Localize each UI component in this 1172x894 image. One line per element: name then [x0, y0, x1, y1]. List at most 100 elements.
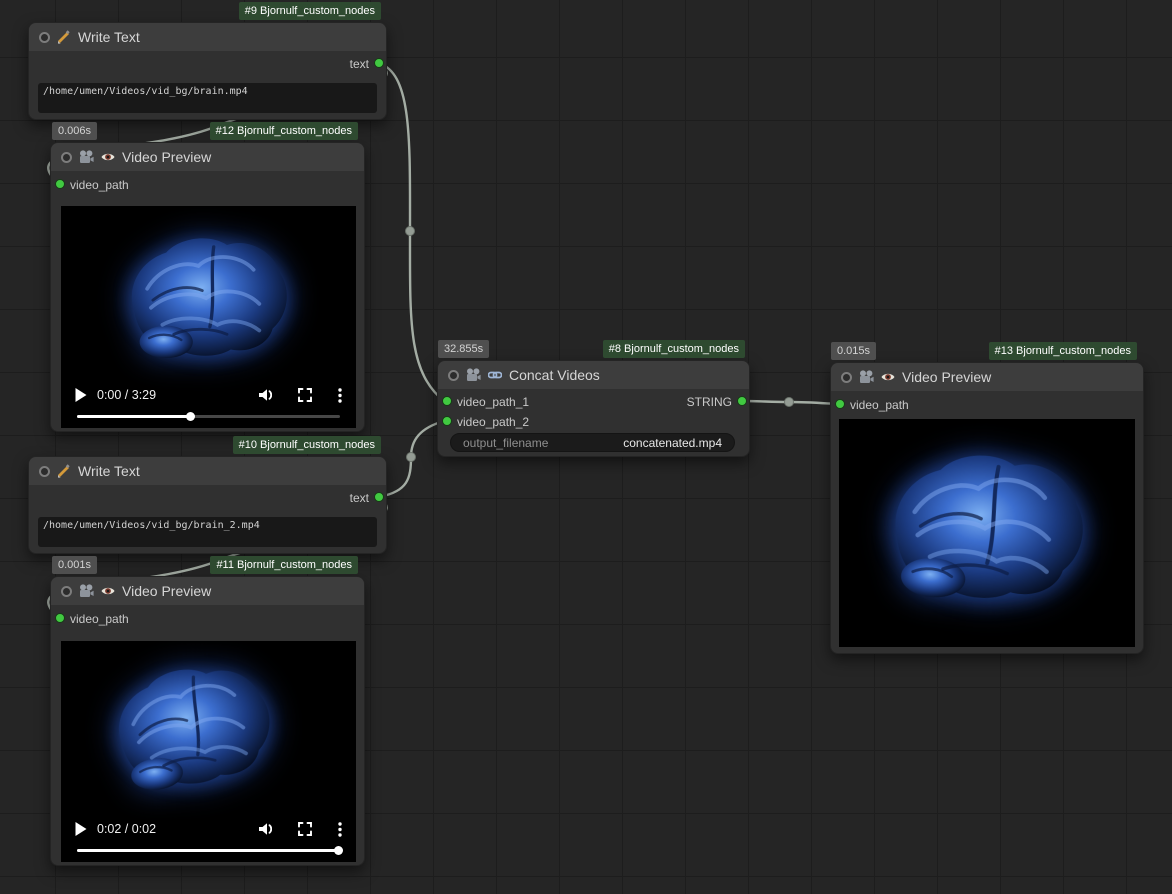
pencil-icon	[57, 464, 71, 478]
node-write-text-10[interactable]: #10 Bjornulf_custom_nodes Write Text tex…	[28, 456, 387, 554]
video-time: 0:00 / 3:29	[97, 388, 156, 402]
node-id-badge: #10 Bjornulf_custom_nodes	[233, 436, 381, 454]
node-id-badge: #9 Bjornulf_custom_nodes	[239, 2, 381, 20]
widget-value: concatenated.mp4	[623, 436, 722, 450]
execution-time-badge: 0.006s	[52, 122, 97, 140]
input-port-video-path-2[interactable]	[442, 416, 452, 426]
execution-time-badge: 0.001s	[52, 556, 97, 574]
input-slot-label: video_path	[70, 178, 129, 192]
node-id-badge: #8 Bjornulf_custom_nodes	[603, 340, 745, 358]
input-slot-row: video_path	[51, 175, 364, 195]
node-video-preview-11[interactable]: 0.001s #11 Bjornulf_custom_nodes Video P…	[50, 576, 365, 866]
collapse-dot[interactable]	[448, 370, 459, 381]
brain-video-frame	[113, 226, 303, 378]
execution-time-badge: 0.015s	[831, 342, 876, 360]
input-port-video-path[interactable]	[55, 179, 65, 189]
text-widget[interactable]: /home/umen/Videos/vid_bg/brain_2.mp4	[38, 517, 377, 547]
input-slot-row: video_path	[831, 395, 1143, 415]
input-slot-label: video_path	[70, 612, 129, 626]
collapse-dot[interactable]	[39, 32, 50, 43]
node-title: Write Text	[78, 29, 140, 45]
movie-camera-icon	[466, 368, 481, 382]
input-slot-label: video_path_2	[457, 415, 529, 429]
node-video-preview-13[interactable]: 0.015s #13 Bjornulf_custom_nodes Video P…	[830, 362, 1144, 654]
execution-time-badge: 32.855s	[438, 340, 489, 358]
input-slot-row: video_path	[51, 609, 364, 629]
collapse-dot[interactable]	[39, 466, 50, 477]
collapse-dot[interactable]	[61, 586, 72, 597]
timeline-played	[77, 415, 190, 418]
node-titlebar[interactable]: Concat Videos	[438, 361, 749, 389]
video-player[interactable]: 0:02 / 0:02	[61, 641, 356, 862]
eye-icon	[101, 585, 115, 597]
input-port-video-path[interactable]	[55, 613, 65, 623]
output-slot-label: text	[350, 491, 369, 505]
video-timeline[interactable]	[77, 415, 340, 418]
input-port-video-path[interactable]	[835, 399, 845, 409]
brain-video-frame	[94, 648, 293, 815]
link-midpoint-dot[interactable]	[785, 398, 794, 407]
overflow-menu-button[interactable]	[338, 822, 342, 837]
text-widget[interactable]: /home/umen/Videos/vid_bg/brain.mp4	[38, 83, 377, 113]
video-player[interactable]: 0:00 / 3:29	[61, 206, 356, 428]
node-id-badge: #13 Bjornulf_custom_nodes	[989, 342, 1137, 360]
node-video-preview-12[interactable]: 0.006s #12 Bjornulf_custom_nodes Video P…	[50, 142, 365, 432]
node-titlebar[interactable]: Write Text	[29, 457, 386, 485]
input-slot-label: video_path_1	[457, 395, 529, 409]
timeline-played	[77, 849, 340, 852]
overflow-menu-button[interactable]	[338, 388, 342, 403]
node-graph-canvas[interactable]: #9 Bjornulf_custom_nodes Write Text text…	[0, 0, 1172, 894]
node-titlebar[interactable]: Video Preview	[831, 363, 1143, 391]
video-controls: 0:02 / 0:02	[61, 812, 356, 862]
collapse-dot[interactable]	[61, 152, 72, 163]
timeline-knob[interactable]	[186, 412, 195, 421]
movie-camera-icon	[859, 370, 874, 384]
fullscreen-button[interactable]	[298, 388, 312, 402]
output-port-text[interactable]	[374, 58, 384, 68]
eye-icon	[101, 151, 115, 163]
node-write-text-9[interactable]: #9 Bjornulf_custom_nodes Write Text text…	[28, 22, 387, 120]
node-title: Write Text	[78, 463, 140, 479]
node-titlebar[interactable]: Video Preview	[51, 577, 364, 605]
output-slot-row: text	[29, 54, 386, 74]
play-button[interactable]	[75, 822, 87, 836]
widget-label: output_filename	[463, 436, 548, 450]
video-controls: 0:00 / 3:29	[61, 378, 356, 428]
video-time: 0:02 / 0:02	[97, 822, 156, 836]
node-id-badge: #11 Bjornulf_custom_nodes	[210, 556, 358, 574]
node-title: Concat Videos	[509, 367, 600, 383]
link-midpoint-dot[interactable]	[407, 453, 416, 462]
fullscreen-button[interactable]	[298, 822, 312, 836]
input-slot-row: video_path_1 STRING	[438, 392, 749, 412]
movie-camera-icon	[79, 150, 94, 164]
node-id-badge: #12 Bjornulf_custom_nodes	[210, 122, 358, 140]
output-slot-label: STRING	[687, 395, 732, 409]
link-icon	[488, 368, 502, 382]
output-filename-widget[interactable]: output_filename concatenated.mp4	[450, 433, 735, 452]
input-slot-label: video_path	[850, 398, 909, 412]
timeline-knob[interactable]	[334, 846, 343, 855]
node-titlebar[interactable]: Video Preview	[51, 143, 364, 171]
eye-icon	[881, 371, 895, 383]
volume-button[interactable]	[259, 822, 272, 836]
node-concat-videos-8[interactable]: 32.855s #8 Bjornulf_custom_nodes Concat …	[437, 360, 750, 457]
output-slot-row: text	[29, 488, 386, 508]
output-port-text[interactable]	[374, 492, 384, 502]
play-button[interactable]	[75, 388, 87, 402]
video-player[interactable]	[839, 419, 1135, 647]
volume-button[interactable]	[259, 388, 272, 402]
input-port-video-path-1[interactable]	[442, 396, 452, 406]
video-timeline[interactable]	[77, 849, 340, 852]
node-titlebar[interactable]: Write Text	[29, 23, 386, 51]
link-midpoint-dot[interactable]	[406, 227, 415, 236]
pencil-icon	[57, 30, 71, 44]
input-slot-row: video_path_2	[438, 412, 749, 432]
movie-camera-icon	[79, 584, 94, 598]
output-slot-label: text	[350, 57, 369, 71]
node-title: Video Preview	[902, 369, 991, 385]
brain-video-frame	[866, 433, 1108, 633]
output-port-string[interactable]	[737, 396, 747, 406]
node-title: Video Preview	[122, 149, 211, 165]
collapse-dot[interactable]	[841, 372, 852, 383]
node-title: Video Preview	[122, 583, 211, 599]
